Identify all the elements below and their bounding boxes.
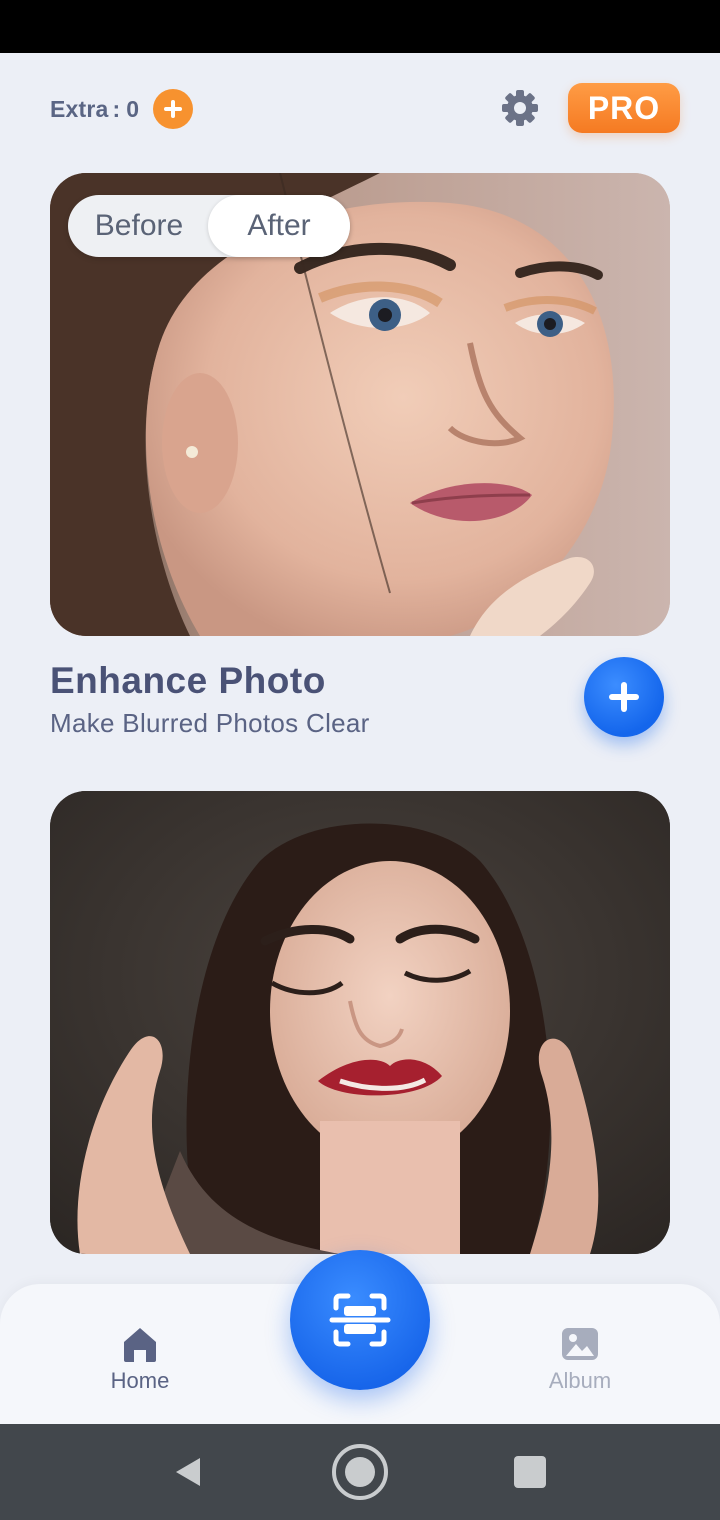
settings-button[interactable] [500, 88, 540, 128]
sample-photo-card[interactable] [50, 791, 670, 1254]
pro-button[interactable]: PRO [568, 83, 680, 133]
status-bar [0, 0, 720, 53]
home-circle-icon[interactable] [330, 1442, 390, 1502]
toggle-before-option[interactable]: Before [68, 195, 210, 257]
toggle-after-option[interactable]: After [208, 195, 350, 257]
feature-title: Enhance Photo [50, 660, 326, 701]
before-after-toggle[interactable]: Before After [68, 195, 350, 257]
nav-album[interactable]: Album [530, 1318, 630, 1398]
plus-icon [164, 100, 183, 118]
extra-count: 0 [126, 95, 140, 122]
nav-album-label: Album [548, 1368, 612, 1393]
enhance-photo-add-button[interactable] [584, 657, 664, 737]
nav-home-label: Home [110, 1368, 170, 1393]
gear-icon [502, 90, 538, 126]
scan-icon [329, 1293, 391, 1347]
add-extra-button[interactable] [153, 89, 194, 129]
back-icon[interactable] [170, 1452, 210, 1492]
enhance-preview-image[interactable]: Before After [50, 173, 670, 636]
plus-icon [609, 682, 639, 712]
feature-subtitle: Make Blurred Photos Clear [50, 708, 370, 738]
recent-apps-icon[interactable] [514, 1456, 546, 1488]
portrait-sample-image [50, 791, 670, 1254]
extra-credits: Extra : 0 [50, 88, 194, 130]
extra-separator: : [112, 95, 121, 122]
nav-home[interactable]: Home [90, 1318, 190, 1398]
extra-label: Extra [50, 95, 109, 122]
scan-button[interactable] [290, 1250, 430, 1390]
system-navigation-bar [0, 1424, 720, 1520]
home-icon [124, 1328, 156, 1362]
album-icon [562, 1328, 598, 1360]
